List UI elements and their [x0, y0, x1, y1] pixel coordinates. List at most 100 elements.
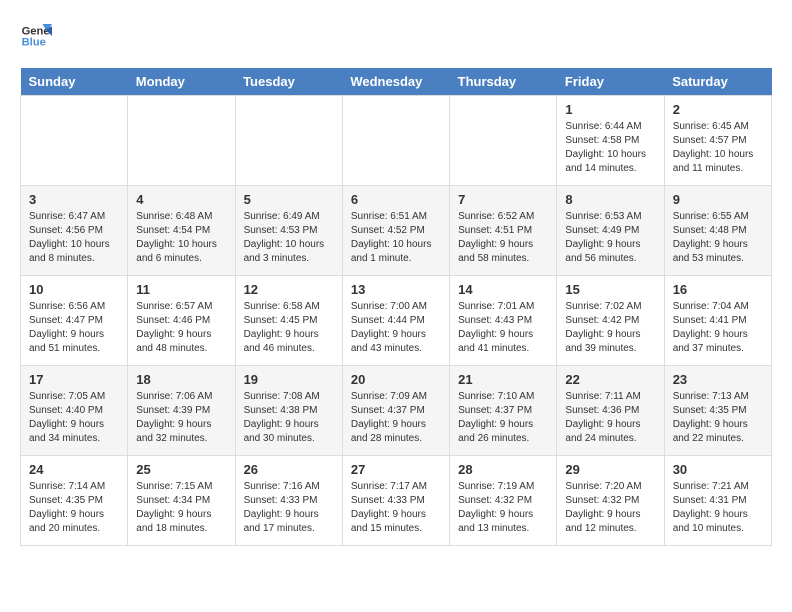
- day-cell: 29Sunrise: 7:20 AM Sunset: 4:32 PM Dayli…: [557, 456, 664, 546]
- day-cell: 5Sunrise: 6:49 AM Sunset: 4:53 PM Daylig…: [235, 186, 342, 276]
- day-info: Sunrise: 7:06 AM Sunset: 4:39 PM Dayligh…: [136, 390, 226, 446]
- day-cell: 15Sunrise: 7:02 AM Sunset: 4:42 PM Dayli…: [557, 276, 664, 366]
- day-number: 30: [673, 462, 763, 477]
- day-cell: [235, 96, 342, 186]
- day-cell: 14Sunrise: 7:01 AM Sunset: 4:43 PM Dayli…: [450, 276, 557, 366]
- day-cell: 7 Sunrise: 6:52 AM Sunset: 4:51 PM Daylig…: [450, 186, 557, 276]
- day-info: Sunrise: 6:45 AM Sunset: 4:57 PM Dayligh…: [673, 120, 763, 176]
- day-number: 17: [29, 372, 119, 387]
- day-info: Sunrise: 7:04 AM Sunset: 4:41 PM Dayligh…: [673, 300, 763, 356]
- day-number: 18: [136, 372, 226, 387]
- day-cell: [21, 96, 128, 186]
- day-cell: 8 Sunrise: 6:53 AM Sunset: 4:49 PM Daylig…: [557, 186, 664, 276]
- week-row-2: 3 Sunrise: 6:47 AM Sunset: 4:56 PM Daylig…: [21, 186, 772, 276]
- day-info: Sunrise: 7:09 AM Sunset: 4:37 PM Dayligh…: [351, 390, 441, 446]
- day-cell: 13Sunrise: 7:00 AM Sunset: 4:44 PM Dayli…: [342, 276, 449, 366]
- day-number: 16: [673, 282, 763, 297]
- day-info: Sunrise: 6:53 AM Sunset: 4:49 PM Dayligh…: [565, 210, 655, 266]
- day-cell: 4 Sunrise: 6:48 AM Sunset: 4:54 PM Daylig…: [128, 186, 235, 276]
- day-number: 8: [565, 192, 655, 207]
- day-cell: 12 Sunrise: 6:58 AM Sunset: 4:45 PM Dayli…: [235, 276, 342, 366]
- day-cell: 10 Sunrise: 6:56 AM Sunset: 4:47 PM Dayli…: [21, 276, 128, 366]
- svg-text:Blue: Blue: [22, 37, 46, 49]
- day-number: 10: [29, 282, 119, 297]
- day-number: 12: [244, 282, 334, 297]
- day-number: 21: [458, 372, 548, 387]
- day-info: Sunrise: 6:56 AM Sunset: 4:47 PM Dayligh…: [29, 300, 119, 356]
- day-info: Sunrise: 7:00 AM Sunset: 4:44 PM Dayligh…: [351, 300, 441, 356]
- day-info: Sunrise: 6:51 AM Sunset: 4:52 PM Dayligh…: [351, 210, 441, 266]
- day-info: Sunrise: 6:52 AM Sunset: 4:51 PM Dayligh…: [458, 210, 548, 266]
- day-info: Sunrise: 7:16 AM Sunset: 4:33 PM Dayligh…: [244, 480, 334, 536]
- day-cell: 27Sunrise: 7:17 AM Sunset: 4:33 PM Dayli…: [342, 456, 449, 546]
- day-cell: 21 Sunrise: 7:10 AM Sunset: 4:37 PM Dayli…: [450, 366, 557, 456]
- calendar-body: 1 Sunrise: 6:44 AM Sunset: 4:58 PM Daylig…: [21, 96, 772, 546]
- day-number: 6: [351, 192, 441, 207]
- day-number: 9: [673, 192, 763, 207]
- day-cell: 20Sunrise: 7:09 AM Sunset: 4:37 PM Dayli…: [342, 366, 449, 456]
- day-number: 24: [29, 462, 119, 477]
- day-number: 4: [136, 192, 226, 207]
- day-cell: 17 Sunrise: 7:05 AM Sunset: 4:40 PM Dayli…: [21, 366, 128, 456]
- day-cell: 30 Sunrise: 7:21 AM Sunset: 4:31 PM Dayli…: [664, 456, 771, 546]
- day-info: Sunrise: 6:57 AM Sunset: 4:46 PM Dayligh…: [136, 300, 226, 356]
- day-cell: 1 Sunrise: 6:44 AM Sunset: 4:58 PM Daylig…: [557, 96, 664, 186]
- day-number: 23: [673, 372, 763, 387]
- day-info: Sunrise: 7:21 AM Sunset: 4:31 PM Dayligh…: [673, 480, 763, 536]
- day-info: Sunrise: 6:49 AM Sunset: 4:53 PM Dayligh…: [244, 210, 334, 266]
- week-row-5: 24 Sunrise: 7:14 AM Sunset: 4:35 PM Dayli…: [21, 456, 772, 546]
- day-info: Sunrise: 7:17 AM Sunset: 4:33 PM Dayligh…: [351, 480, 441, 536]
- day-cell: 2 Sunrise: 6:45 AM Sunset: 4:57 PM Daylig…: [664, 96, 771, 186]
- day-info: Sunrise: 7:01 AM Sunset: 4:43 PM Dayligh…: [458, 300, 548, 356]
- header-thursday: Thursday: [450, 68, 557, 96]
- day-cell: [450, 96, 557, 186]
- day-info: Sunrise: 6:48 AM Sunset: 4:54 PM Dayligh…: [136, 210, 226, 266]
- day-info: Sunrise: 7:15 AM Sunset: 4:34 PM Dayligh…: [136, 480, 226, 536]
- header: General Blue: [20, 20, 772, 52]
- day-cell: 16 Sunrise: 7:04 AM Sunset: 4:41 PM Dayli…: [664, 276, 771, 366]
- day-info: Sunrise: 7:05 AM Sunset: 4:40 PM Dayligh…: [29, 390, 119, 446]
- day-number: 15: [565, 282, 655, 297]
- day-cell: 3 Sunrise: 6:47 AM Sunset: 4:56 PM Daylig…: [21, 186, 128, 276]
- day-info: Sunrise: 6:55 AM Sunset: 4:48 PM Dayligh…: [673, 210, 763, 266]
- day-cell: 11 Sunrise: 6:57 AM Sunset: 4:46 PM Dayli…: [128, 276, 235, 366]
- day-number: 22: [565, 372, 655, 387]
- day-cell: 22Sunrise: 7:11 AM Sunset: 4:36 PM Dayli…: [557, 366, 664, 456]
- day-cell: 19 Sunrise: 7:08 AM Sunset: 4:38 PM Dayli…: [235, 366, 342, 456]
- day-cell: 9 Sunrise: 6:55 AM Sunset: 4:48 PM Daylig…: [664, 186, 771, 276]
- day-info: Sunrise: 6:47 AM Sunset: 4:56 PM Dayligh…: [29, 210, 119, 266]
- day-number: 28: [458, 462, 548, 477]
- day-info: Sunrise: 7:10 AM Sunset: 4:37 PM Dayligh…: [458, 390, 548, 446]
- day-number: 1: [565, 102, 655, 117]
- week-row-4: 17 Sunrise: 7:05 AM Sunset: 4:40 PM Dayli…: [21, 366, 772, 456]
- header-tuesday: Tuesday: [235, 68, 342, 96]
- day-cell: 18 Sunrise: 7:06 AM Sunset: 4:39 PM Dayli…: [128, 366, 235, 456]
- header-friday: Friday: [557, 68, 664, 96]
- day-number: 2: [673, 102, 763, 117]
- day-info: Sunrise: 7:08 AM Sunset: 4:38 PM Dayligh…: [244, 390, 334, 446]
- day-number: 7: [458, 192, 548, 207]
- day-number: 25: [136, 462, 226, 477]
- header-sunday: Sunday: [21, 68, 128, 96]
- calendar-table: SundayMondayTuesdayWednesdayThursdayFrid…: [20, 68, 772, 546]
- day-cell: [342, 96, 449, 186]
- day-cell: 28 Sunrise: 7:19 AM Sunset: 4:32 PM Dayli…: [450, 456, 557, 546]
- logo: General Blue: [20, 20, 52, 52]
- day-info: Sunrise: 7:20 AM Sunset: 4:32 PM Dayligh…: [565, 480, 655, 536]
- day-number: 3: [29, 192, 119, 207]
- day-number: 26: [244, 462, 334, 477]
- day-info: Sunrise: 6:58 AM Sunset: 4:45 PM Dayligh…: [244, 300, 334, 356]
- day-info: Sunrise: 7:14 AM Sunset: 4:35 PM Dayligh…: [29, 480, 119, 536]
- day-cell: 26 Sunrise: 7:16 AM Sunset: 4:33 PM Dayli…: [235, 456, 342, 546]
- day-number: 11: [136, 282, 226, 297]
- day-info: Sunrise: 6:44 AM Sunset: 4:58 PM Dayligh…: [565, 120, 655, 176]
- header-wednesday: Wednesday: [342, 68, 449, 96]
- calendar-header-row: SundayMondayTuesdayWednesdayThursdayFrid…: [21, 68, 772, 96]
- day-number: 19: [244, 372, 334, 387]
- week-row-1: 1 Sunrise: 6:44 AM Sunset: 4:58 PM Daylig…: [21, 96, 772, 186]
- day-info: Sunrise: 7:19 AM Sunset: 4:32 PM Dayligh…: [458, 480, 548, 536]
- day-cell: [128, 96, 235, 186]
- day-cell: 23Sunrise: 7:13 AM Sunset: 4:35 PM Dayli…: [664, 366, 771, 456]
- day-cell: 6 Sunrise: 6:51 AM Sunset: 4:52 PM Daylig…: [342, 186, 449, 276]
- day-cell: 24 Sunrise: 7:14 AM Sunset: 4:35 PM Dayli…: [21, 456, 128, 546]
